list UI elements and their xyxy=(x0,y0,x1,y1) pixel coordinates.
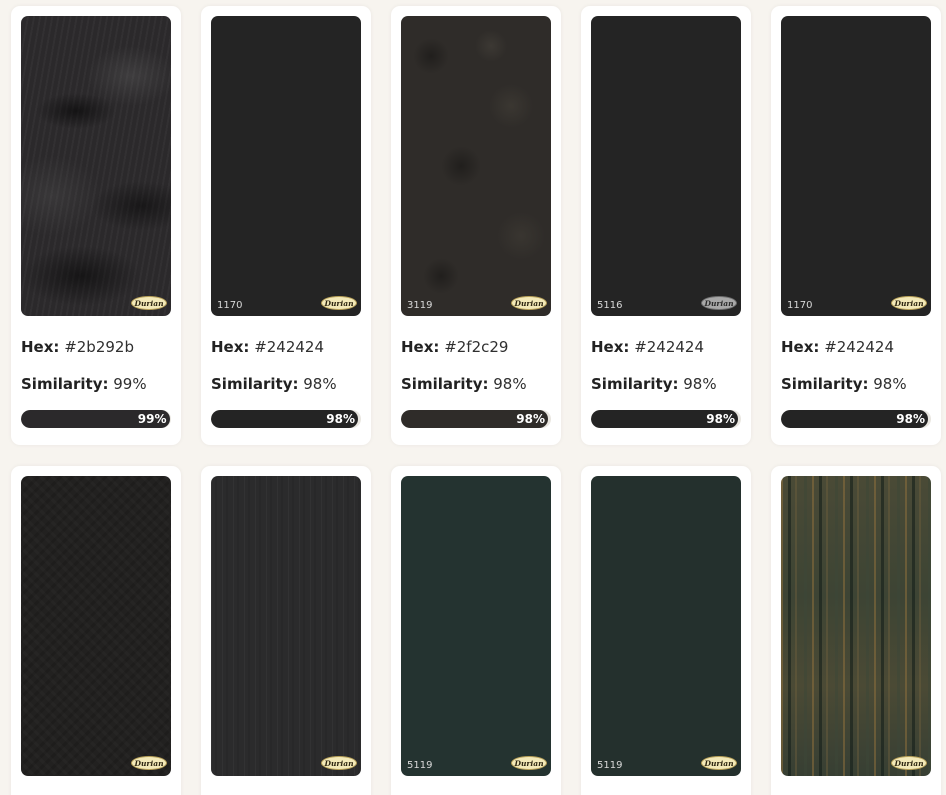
similarity-bar-text: 98% xyxy=(896,412,925,426)
similarity-bar-fill: 98% xyxy=(591,410,738,428)
color-swatch-image[interactable]: Durian xyxy=(21,16,171,316)
product-code: 5116 xyxy=(597,300,623,311)
similarity-bar-fill: 98% xyxy=(781,410,928,428)
product-code: 5119 xyxy=(407,760,433,771)
durian-logo: Durian xyxy=(891,756,927,770)
similarity-label: Similarity: xyxy=(211,375,299,393)
durian-logo: Durian xyxy=(321,756,357,770)
similarity-label: Similarity: xyxy=(401,375,489,393)
similarity-bar-text: 98% xyxy=(516,412,545,426)
product-code: 1170 xyxy=(217,300,243,311)
durian-logo: Durian xyxy=(701,756,737,770)
color-card[interactable]: Durian xyxy=(201,466,371,795)
color-swatch-image[interactable]: 5119 Durian xyxy=(591,476,741,776)
similarity-value: 98% xyxy=(873,375,907,393)
hex-label: Hex: xyxy=(21,338,60,356)
color-card[interactable]: 3119 Durian Hex: #2f2c29 Similarity: 98%… xyxy=(391,6,561,445)
color-swatch-image[interactable]: Durian xyxy=(211,476,361,776)
hex-label: Hex: xyxy=(211,338,250,356)
similarity-value: 98% xyxy=(493,375,527,393)
color-card[interactable]: 5119 Durian xyxy=(391,466,561,795)
similarity-row: Similarity: 99% xyxy=(21,373,171,395)
similarity-bar-text: 99% xyxy=(137,412,167,426)
color-card[interactable]: Durian xyxy=(771,466,941,795)
similarity-value: 99% xyxy=(113,375,147,393)
similarity-row: Similarity: 98% xyxy=(401,373,551,395)
durian-logo: Durian xyxy=(131,296,167,310)
hex-value: #242424 xyxy=(824,338,895,356)
similarity-row: Similarity: 98% xyxy=(781,373,931,395)
color-card[interactable]: 1170 Durian Hex: #242424 Similarity: 98%… xyxy=(771,6,941,445)
color-card[interactable]: Durian Hex: #2b292b Similarity: 99% 99% xyxy=(11,6,181,445)
color-swatch-image[interactable]: 3119 Durian xyxy=(401,16,551,316)
similarity-bar-text: 98% xyxy=(326,412,355,426)
similarity-bar: 99% xyxy=(21,410,171,428)
swatch-results-grid: Durian Hex: #2b292b Similarity: 99% 99% … xyxy=(0,0,946,795)
hex-value: #2f2c29 xyxy=(444,338,509,356)
color-card[interactable]: 5116 Durian Hex: #242424 Similarity: 98%… xyxy=(581,6,751,445)
similarity-bar-text: 98% xyxy=(706,412,735,426)
similarity-value: 98% xyxy=(303,375,337,393)
hex-row: Hex: #242424 xyxy=(781,336,931,358)
durian-logo: Durian xyxy=(321,296,357,310)
similarity-label: Similarity: xyxy=(591,375,679,393)
hex-row: Hex: #2b292b xyxy=(21,336,171,358)
color-swatch-image[interactable]: Durian xyxy=(21,476,171,776)
hex-value: #242424 xyxy=(634,338,705,356)
hex-label: Hex: xyxy=(401,338,440,356)
product-code: 5119 xyxy=(597,760,623,771)
color-swatch-image[interactable]: Durian xyxy=(781,476,931,776)
hex-value: #242424 xyxy=(254,338,325,356)
hex-row: Hex: #2f2c29 xyxy=(401,336,551,358)
durian-logo: Durian xyxy=(131,756,167,770)
color-swatch-image[interactable]: 1170 Durian xyxy=(781,16,931,316)
durian-logo: Durian xyxy=(701,296,737,310)
similarity-bar-fill: 98% xyxy=(211,410,358,428)
similarity-bar-fill: 98% xyxy=(401,410,548,428)
durian-logo: Durian xyxy=(511,756,547,770)
color-card[interactable]: 5119 Durian xyxy=(581,466,751,795)
similarity-row: Similarity: 98% xyxy=(591,373,741,395)
similarity-label: Similarity: xyxy=(781,375,869,393)
product-code: 1170 xyxy=(787,300,813,311)
similarity-row: Similarity: 98% xyxy=(211,373,361,395)
similarity-bar: 98% xyxy=(781,410,931,428)
hex-label: Hex: xyxy=(781,338,820,356)
similarity-value: 98% xyxy=(683,375,717,393)
color-swatch-image[interactable]: 5116 Durian xyxy=(591,16,741,316)
color-card[interactable]: Durian xyxy=(11,466,181,795)
similarity-bar: 98% xyxy=(591,410,741,428)
similarity-bar: 98% xyxy=(401,410,551,428)
durian-logo: Durian xyxy=(511,296,547,310)
color-swatch-image[interactable]: 1170 Durian xyxy=(211,16,361,316)
similarity-bar-fill: 99% xyxy=(21,410,170,428)
hex-label: Hex: xyxy=(591,338,630,356)
color-card[interactable]: 1170 Durian Hex: #242424 Similarity: 98%… xyxy=(201,6,371,445)
similarity-bar: 98% xyxy=(211,410,361,428)
hex-row: Hex: #242424 xyxy=(211,336,361,358)
hex-row: Hex: #242424 xyxy=(591,336,741,358)
hex-value: #2b292b xyxy=(64,338,134,356)
color-swatch-image[interactable]: 5119 Durian xyxy=(401,476,551,776)
product-code: 3119 xyxy=(407,300,433,311)
similarity-label: Similarity: xyxy=(21,375,109,393)
durian-logo: Durian xyxy=(891,296,927,310)
